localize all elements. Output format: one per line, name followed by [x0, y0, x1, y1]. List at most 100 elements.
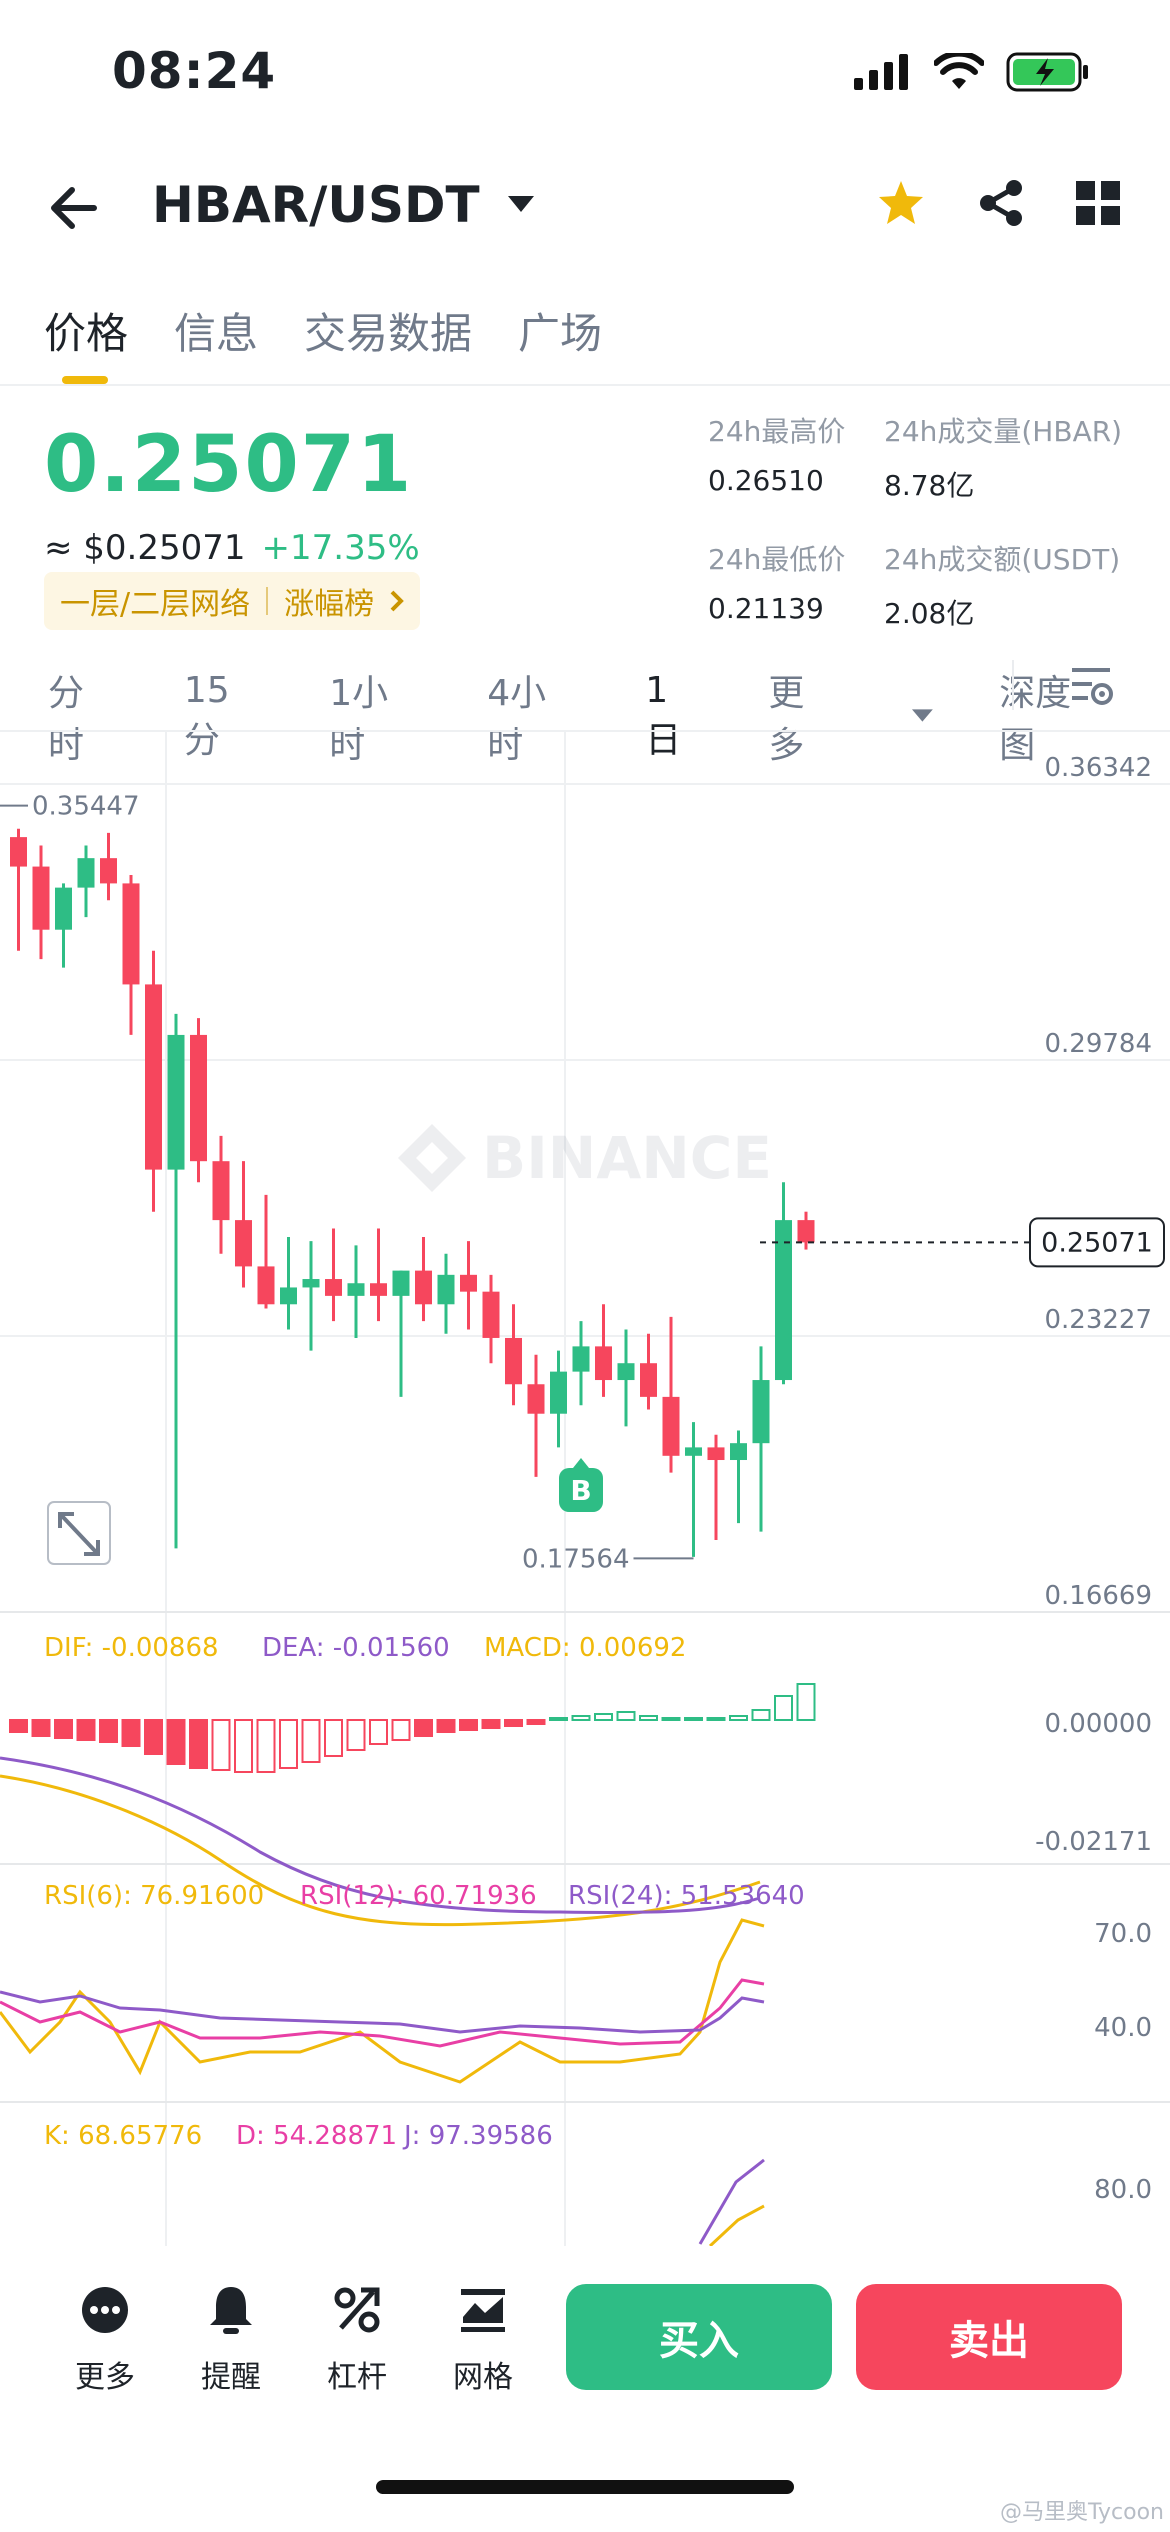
rsi6-label: RSI(6): 76.91600: [44, 1881, 264, 1911]
candle-body: [302, 1279, 320, 1288]
current-price-label: 0.25071: [1041, 1227, 1153, 1258]
rsi6-line: [0, 1918, 765, 2084]
leverage-label: 杠杆: [327, 2360, 387, 2395]
candle-body: [190, 1034, 207, 1162]
more-label: 更多: [75, 2360, 135, 2395]
candle-body: [685, 1447, 702, 1456]
low-value: 0.21139: [708, 592, 824, 625]
rsi-axis-label: 70.0: [1094, 1919, 1152, 1949]
candle-body: [662, 1396, 680, 1456]
candle-body: [572, 1346, 590, 1372]
divider: [1012, 660, 1014, 710]
macd-histogram-bar: [414, 1719, 433, 1737]
macd-histogram-bar: [639, 1715, 658, 1721]
macd-histogram-bar: [301, 1719, 321, 1763]
tag-gainers[interactable]: 涨幅榜: [284, 579, 374, 623]
tab-trade-data[interactable]: 交易数据: [304, 300, 472, 361]
macd-dif-label: DIF: -0.00868: [44, 1633, 219, 1663]
sell-button[interactable]: 卖出: [856, 2284, 1122, 2390]
macd-histogram-bar: [279, 1719, 298, 1769]
price-axis-label: 0.29784: [1044, 1029, 1152, 1059]
macd-histogram-bar: [54, 1719, 73, 1739]
pair-selector[interactable]: HBAR/USDT: [152, 176, 534, 234]
macd-histogram-bar: [189, 1719, 208, 1769]
active-tab-indicator: [62, 376, 108, 384]
macd-histogram-bar: [144, 1719, 163, 1755]
macd-histogram-bar: [99, 1719, 118, 1743]
low-label: 24h最低价: [708, 543, 846, 576]
buy-button[interactable]: 买入: [566, 2284, 832, 2390]
tag-layer[interactable]: 一层/二层网络: [60, 579, 250, 623]
macd-axis-label: -0.02171: [1035, 1827, 1152, 1857]
max-price-marker: 0.35447: [32, 792, 140, 822]
volume-value: 8.78亿: [884, 469, 975, 502]
candle-body: [122, 883, 140, 985]
candle-body: [100, 858, 117, 884]
candle-body: [167, 1034, 185, 1170]
macd-histogram-bar: [324, 1719, 343, 1757]
volume-label: 24h成交量(HBAR): [884, 415, 1123, 448]
turnover-label: 24h成交额(USDT): [884, 543, 1121, 576]
back-button[interactable]: [44, 176, 108, 240]
rsi24-line: [0, 1990, 765, 2034]
tag-separator: [266, 587, 269, 615]
signal-icon: [854, 54, 908, 90]
grid-menu-icon[interactable]: [1076, 181, 1120, 225]
kdj-axis-label: 80.0: [1094, 2175, 1152, 2205]
kdj-j-line: [698, 2158, 765, 2245]
arrow-left-icon: [51, 187, 97, 229]
macd-histogram-bar: [774, 1695, 793, 1721]
caret-down-icon: [507, 196, 534, 212]
macd-histogram-bar: [594, 1713, 613, 1721]
grid-tool[interactable]: 网格: [428, 2282, 538, 2396]
header-actions: [876, 178, 1120, 228]
macd-histogram-bar: [346, 1719, 366, 1751]
tab-info[interactable]: 信息: [174, 300, 258, 361]
macd-histogram-bar: [751, 1709, 771, 1721]
usd-price: ≈ $0.25071: [44, 528, 246, 568]
share-icon[interactable]: [976, 178, 1026, 228]
candle-body: [235, 1220, 252, 1267]
candle-body: [730, 1443, 747, 1461]
candle-body: [10, 837, 27, 867]
bottom-action-bar: 更多 提醒 杠杆 网格 买入 卖出: [0, 2246, 1170, 2436]
tab-price[interactable]: 价格: [44, 300, 128, 361]
candle-body: [32, 866, 50, 930]
leverage-tool[interactable]: 杠杆: [302, 2282, 412, 2396]
price-axis-label: 0.36342: [1044, 753, 1152, 783]
more-dots-icon: [82, 2287, 128, 2333]
tab-bar: 价格 信息 交易数据 广场: [44, 300, 602, 361]
grid-bot-icon: [461, 2289, 505, 2332]
price-usd-row: ≈ $0.25071 +17.35%: [44, 528, 420, 568]
buy-marker-label: B: [570, 1474, 591, 1507]
favorite-star-icon[interactable]: [876, 178, 926, 228]
macd-histogram-bar: [9, 1719, 28, 1733]
macd-value-label: MACD: 0.00692: [484, 1633, 686, 1663]
macd-histogram-bar: [549, 1717, 568, 1721]
price-axis-label: 0.16669: [1044, 1581, 1152, 1611]
price-axis-label: 0.23227: [1044, 1305, 1152, 1335]
buy-marker-pointer: [573, 1458, 589, 1468]
turnover-value: 2.08亿: [884, 597, 975, 630]
chart-settings-icon[interactable]: [1070, 664, 1114, 708]
status-icons: [854, 52, 1090, 92]
macd-histogram-bar: [571, 1715, 591, 1721]
category-tags: 一层/二层网络 涨幅榜: [44, 572, 421, 630]
alert-label: 提醒: [201, 2360, 261, 2395]
macd-histogram-bar: [436, 1719, 456, 1733]
pair-name: HBAR/USDT: [152, 176, 480, 234]
candle-body: [437, 1274, 455, 1305]
macd-histogram-bar: [391, 1719, 411, 1741]
kline-chart[interactable]: BINANCE 0.36342 0.29784 0.23227 0.16669 0.354…: [0, 732, 1170, 2246]
bell-icon: [210, 2287, 252, 2334]
binance-logo-icon: [398, 1124, 466, 1192]
candle-body: [55, 887, 72, 930]
chevron-right-icon: [390, 590, 404, 612]
macd-histogram-bar: [729, 1715, 748, 1721]
home-indicator[interactable]: [376, 2480, 794, 2494]
candle-body: [460, 1274, 477, 1292]
candle-body: [77, 858, 95, 888]
tab-square[interactable]: 广场: [518, 300, 602, 361]
alert-tool[interactable]: 提醒: [176, 2282, 286, 2396]
more-tool[interactable]: 更多: [50, 2282, 160, 2396]
